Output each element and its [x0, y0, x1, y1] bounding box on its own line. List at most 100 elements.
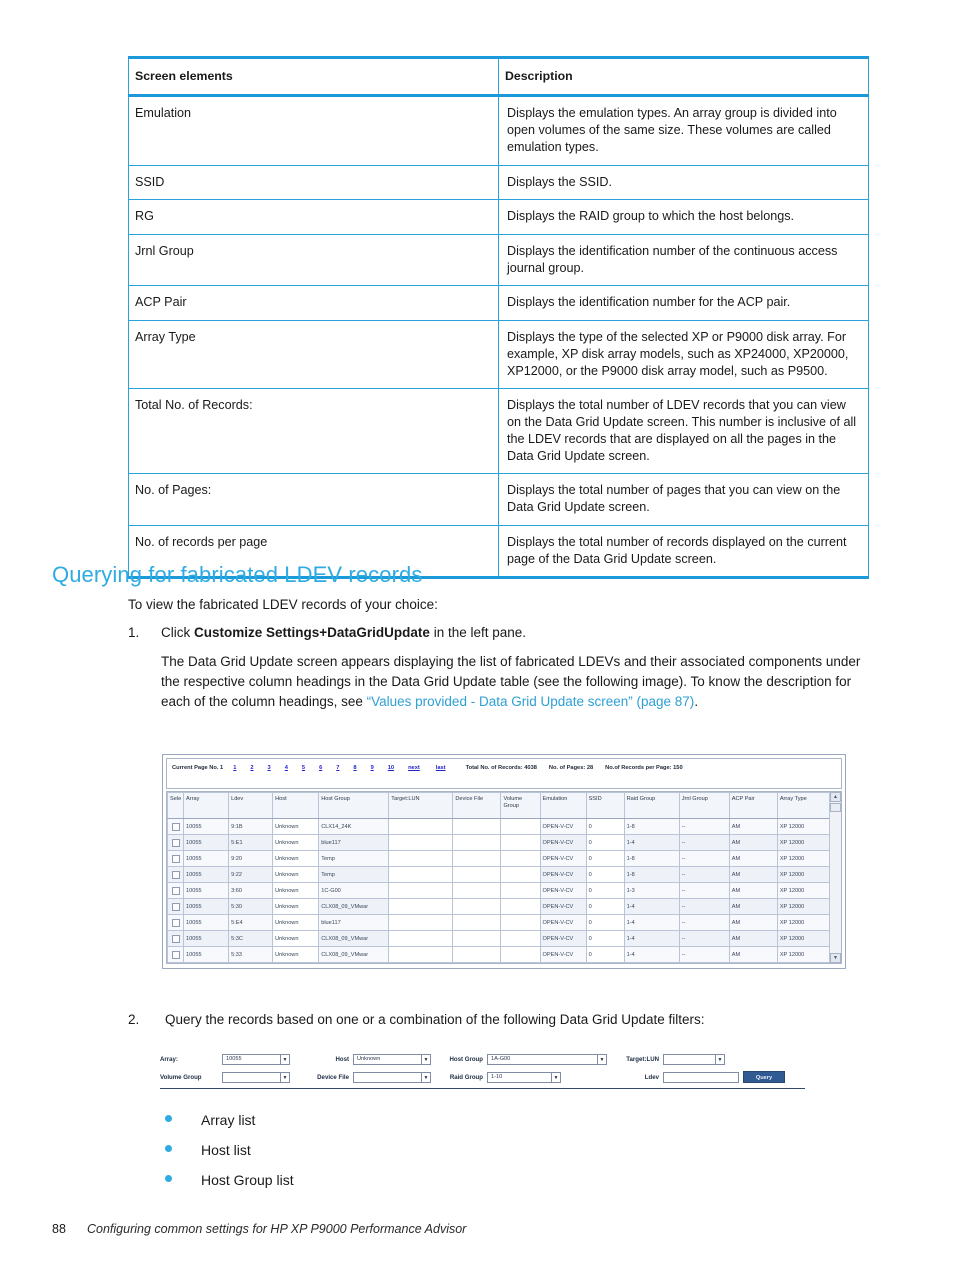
column-header-emulation[interactable]: Emulation	[539, 792, 587, 819]
filter-input-ldev[interactable]	[663, 1071, 739, 1083]
row-select-cell[interactable]	[166, 930, 185, 947]
cross-reference-link[interactable]: “Values provided - Data Grid Update scre…	[367, 694, 695, 709]
filter-select-device-file[interactable]: ▼	[353, 1071, 431, 1083]
row-checkbox[interactable]	[171, 902, 180, 911]
cell-ssid[interactable]: 0	[585, 898, 625, 915]
row-checkbox[interactable]	[171, 822, 180, 831]
row-checkbox[interactable]	[171, 838, 180, 847]
column-header-host[interactable]: Host	[272, 792, 320, 819]
chevron-down-icon[interactable]: ▼	[551, 1072, 560, 1082]
cell-ssid[interactable]: 0	[585, 946, 625, 963]
cell-device-file[interactable]	[452, 946, 502, 963]
cell-target-lun[interactable]	[388, 818, 454, 835]
cell-target-lun[interactable]	[388, 834, 454, 851]
page-link-1[interactable]: 1	[233, 765, 236, 771]
column-header-jrnl-group[interactable]: Jrnl Group	[678, 792, 730, 819]
grid-vertical-scrollbar[interactable]: ▲ ▼	[829, 792, 841, 963]
cell-device-file[interactable]	[452, 898, 502, 915]
column-header-ldev[interactable]: Ldev	[228, 792, 274, 819]
chevron-down-icon[interactable]: ▼	[421, 1072, 430, 1082]
column-header-acp-pair[interactable]: ACP Pair	[728, 792, 778, 819]
row-checkbox[interactable]	[171, 918, 180, 927]
cell-target-lun[interactable]	[388, 914, 454, 931]
column-header-volume-group[interactable]: Volume Group	[500, 792, 541, 819]
scroll-up-arrow-icon[interactable]: ▲	[830, 792, 841, 802]
cell-volume-group[interactable]	[500, 914, 541, 931]
page-link-3[interactable]: 3	[268, 765, 271, 771]
last-page-link[interactable]: last	[436, 765, 446, 771]
row-checkbox[interactable]	[171, 854, 180, 863]
row-select-cell[interactable]	[166, 898, 185, 915]
cell-device-file[interactable]	[452, 866, 502, 883]
row-select-cell[interactable]	[166, 850, 185, 867]
cell-volume-group[interactable]	[500, 898, 541, 915]
row-checkbox[interactable]	[171, 870, 180, 879]
row-checkbox[interactable]	[171, 886, 180, 895]
cell-volume-group[interactable]	[500, 930, 541, 947]
page-link-5[interactable]: 5	[302, 765, 305, 771]
cell-ssid[interactable]: 0	[585, 850, 625, 867]
column-header-raid-group[interactable]: Raid Group	[623, 792, 680, 819]
page-link-6[interactable]: 6	[319, 765, 322, 771]
next-page-link[interactable]: next	[408, 765, 420, 771]
cell-target-lun[interactable]	[388, 930, 454, 947]
page-link-9[interactable]: 9	[371, 765, 374, 771]
page-links[interactable]: 1 2 3 4 5 6 7 8 9 10 next last	[233, 765, 461, 771]
cell-volume-group[interactable]	[500, 882, 541, 899]
row-select-cell[interactable]	[166, 818, 185, 835]
cell-device-file[interactable]	[452, 818, 502, 835]
cell-target-lun[interactable]	[388, 866, 454, 883]
chevron-down-icon[interactable]: ▼	[280, 1054, 289, 1064]
cell-device-file[interactable]	[452, 850, 502, 867]
cell-target-lun[interactable]	[388, 898, 454, 915]
cell-target-lun[interactable]	[388, 850, 454, 867]
filter-select-volume-group[interactable]: ▼	[222, 1071, 290, 1083]
row-select-cell[interactable]	[166, 946, 185, 963]
cell-volume-group[interactable]	[500, 946, 541, 963]
column-header-device-file[interactable]: Device File	[452, 792, 502, 819]
chevron-down-icon[interactable]: ▼	[715, 1054, 724, 1064]
cell-volume-group[interactable]	[500, 818, 541, 835]
row-select-cell[interactable]	[166, 914, 185, 931]
cell-ssid[interactable]: 0	[585, 914, 625, 931]
cell-device-file[interactable]	[452, 914, 502, 931]
cell-device-file[interactable]	[452, 882, 502, 899]
column-header-select[interactable]: Sele	[166, 792, 185, 819]
query-button[interactable]: Query	[743, 1071, 785, 1083]
scrollbar-thumb[interactable]	[830, 803, 841, 812]
page-link-2[interactable]: 2	[250, 765, 253, 771]
filter-select-host[interactable]: Unknown ▼	[353, 1053, 431, 1065]
cell-device-file[interactable]	[452, 930, 502, 947]
column-header-ssid[interactable]: SSID	[585, 792, 625, 819]
page-link-10[interactable]: 10	[388, 765, 394, 771]
page-link-7[interactable]: 7	[336, 765, 339, 771]
column-header-host-group[interactable]: Host Group	[318, 792, 390, 819]
row-select-cell[interactable]	[166, 866, 185, 883]
chevron-down-icon[interactable]: ▼	[280, 1072, 289, 1082]
cell-device-file[interactable]	[452, 834, 502, 851]
column-header-target-lun[interactable]: Target:LUN	[388, 792, 454, 819]
cell-ssid[interactable]: 0	[585, 818, 625, 835]
cell-volume-group[interactable]	[500, 834, 541, 851]
cell-ssid[interactable]: 0	[585, 930, 625, 947]
row-select-cell[interactable]	[166, 882, 185, 899]
row-checkbox[interactable]	[171, 950, 180, 959]
page-link-4[interactable]: 4	[285, 765, 288, 771]
cell-ssid[interactable]: 0	[585, 866, 625, 883]
column-header-array-type[interactable]: Array Type	[776, 792, 830, 819]
column-header-array[interactable]: Array	[183, 792, 230, 819]
row-select-cell[interactable]	[166, 834, 185, 851]
filter-select-target-lun[interactable]: ▼	[663, 1053, 725, 1065]
cell-target-lun[interactable]	[388, 882, 454, 899]
page-link-8[interactable]: 8	[353, 765, 356, 771]
row-checkbox[interactable]	[171, 934, 180, 943]
cell-ssid[interactable]: 0	[585, 882, 625, 899]
chevron-down-icon[interactable]: ▼	[597, 1054, 606, 1064]
filter-select-host-group[interactable]: 1A-G00 ▼	[487, 1053, 607, 1065]
scroll-down-arrow-icon[interactable]: ▼	[830, 953, 841, 963]
cell-volume-group[interactable]	[500, 866, 541, 883]
cell-ssid[interactable]: 0	[585, 834, 625, 851]
cell-target-lun[interactable]	[388, 946, 454, 963]
cell-volume-group[interactable]	[500, 850, 541, 867]
filter-select-array[interactable]: 10055 ▼	[222, 1053, 290, 1065]
